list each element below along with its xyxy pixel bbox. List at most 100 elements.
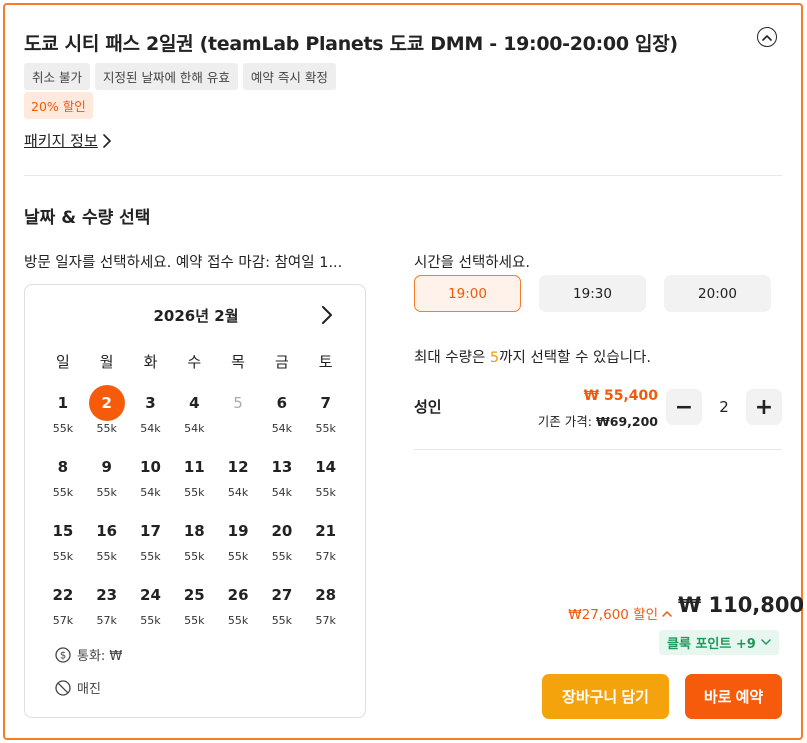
calendar-day[interactable]: 25 55k bbox=[172, 577, 216, 641]
soldout-legend: 매진 bbox=[55, 678, 101, 697]
tag-list: 취소 불가 지정된 날짜에 한해 유효 예약 즉시 확정 bbox=[24, 63, 336, 90]
discount-summary[interactable]: ₩27,600 할인 bbox=[540, 603, 672, 623]
calendar-day-price: 55k bbox=[96, 486, 117, 499]
calendar-day[interactable]: 4 54k bbox=[172, 385, 216, 449]
calendar-day[interactable]: 17 55k bbox=[129, 513, 173, 577]
calendar-day[interactable]: 12 54k bbox=[216, 449, 260, 513]
calendar-day[interactable]: 9 55k bbox=[85, 449, 129, 513]
calendar-day[interactable]: 27 55k bbox=[260, 577, 304, 641]
chevron-right-icon bbox=[322, 306, 332, 324]
calendar-day-number: 20 bbox=[271, 522, 293, 540]
weekday-label: 월 bbox=[99, 353, 114, 371]
calendar-day-number: 4 bbox=[189, 394, 200, 412]
visit-date-prompt: 방문 일자를 선택하세요. 예약 접수 마감: 참여일 1... bbox=[24, 255, 343, 271]
adult-label: 성인 bbox=[414, 398, 442, 416]
package-info-link[interactable]: 패키지 정보 bbox=[24, 130, 112, 151]
calendar-day[interactable]: 20 55k bbox=[260, 513, 304, 577]
calendar-day[interactable]: 11 55k bbox=[172, 449, 216, 513]
calendar-day-price: 55k bbox=[315, 422, 336, 435]
chevron-up-icon bbox=[662, 610, 672, 617]
calendar-day[interactable]: 24 55k bbox=[129, 577, 173, 641]
calendar-day-number: 5 bbox=[233, 394, 243, 412]
calendar-day-price: 57k bbox=[96, 614, 117, 627]
calendar-day-number: 18 bbox=[183, 522, 205, 540]
time-slot-2000[interactable]: 20:00 bbox=[664, 275, 771, 312]
calendar-day-price: 55k bbox=[184, 550, 205, 563]
collapse-button[interactable] bbox=[757, 27, 777, 47]
quantity-increase-button[interactable]: + bbox=[746, 389, 782, 425]
calendar-day[interactable]: 1 55k bbox=[41, 385, 85, 449]
discount-amount: ₩27,600 할인 bbox=[568, 607, 658, 623]
calendar-day[interactable]: 7 55k bbox=[304, 385, 348, 449]
tag-date-valid: 지정된 날짜에 한해 유효 bbox=[94, 63, 238, 90]
calendar-day-number: 15 bbox=[52, 522, 74, 540]
soldout-legend-text: 매진 bbox=[77, 682, 101, 697]
add-to-cart-button[interactable]: 장바구니 담기 bbox=[542, 674, 669, 719]
tag-non-refundable: 취소 불가 bbox=[24, 63, 90, 90]
original-price-label: 기존 가격: bbox=[537, 414, 596, 429]
calendar-day-price: 55k bbox=[184, 614, 205, 627]
calendar-day-number: 12 bbox=[227, 458, 249, 476]
next-month-button[interactable] bbox=[318, 305, 336, 325]
book-now-button[interactable]: 바로 예약 bbox=[685, 674, 782, 719]
calendar-day[interactable]: 15 55k bbox=[41, 513, 85, 577]
quantity-decrease-button[interactable]: − bbox=[666, 389, 702, 425]
calendar-day[interactable]: 22 57k bbox=[41, 577, 85, 641]
max-quantity-note: 최대 수량은 5까지 선택할 수 있습니다. bbox=[414, 346, 651, 367]
calendar-day-number: 10 bbox=[140, 458, 161, 476]
date-calendar: 2026년 2월 일월화수목금토 1 55k 2 55k 3 54k 4 54k 5 6 54k 7 5… bbox=[24, 284, 366, 718]
calendar-day-number: 8 bbox=[57, 458, 69, 476]
calendar-day: 5 bbox=[216, 385, 260, 449]
time-slot-list: 19:00 19:30 20:00 bbox=[414, 275, 771, 312]
calendar-day[interactable]: 13 54k bbox=[260, 449, 304, 513]
currency-legend: $ 통화: ₩ bbox=[55, 645, 122, 664]
adult-price: ₩ 55,400 bbox=[583, 388, 658, 404]
chevron-up-icon bbox=[762, 34, 772, 41]
calendar-day-number: 25 bbox=[183, 586, 205, 604]
time-slot-1930[interactable]: 19:30 bbox=[539, 275, 646, 312]
calendar-day-number: 14 bbox=[315, 458, 337, 476]
calendar-day[interactable]: 16 55k bbox=[85, 513, 129, 577]
klook-points-badge[interactable]: 클룩 포인트 +9 bbox=[659, 630, 779, 655]
calendar-day-price: 54k bbox=[140, 422, 161, 435]
chevron-right-icon bbox=[102, 133, 111, 148]
calendar-day-price: 55k bbox=[96, 550, 117, 563]
calendar-day[interactable]: 26 55k bbox=[216, 577, 260, 641]
product-title: 도쿄 시티 패스 2일권 (teamLab Planets 도쿄 DMM - 1… bbox=[24, 33, 678, 55]
calendar-day[interactable]: 18 55k bbox=[172, 513, 216, 577]
calendar-day-price: 55k bbox=[96, 422, 117, 435]
package-info-label: 패키지 정보 bbox=[24, 132, 98, 150]
divider bbox=[24, 175, 782, 176]
calendar-day[interactable]: 28 57k bbox=[304, 577, 348, 641]
calendar-day[interactable]: 14 55k bbox=[304, 449, 348, 513]
calendar-day[interactable]: 21 57k bbox=[304, 513, 348, 577]
calendar-day-number: 26 bbox=[227, 586, 249, 604]
calendar-day-price: 55k bbox=[271, 550, 293, 563]
original-price-value: ₩69,200 bbox=[595, 414, 658, 429]
calendar-day-price: 57k bbox=[315, 614, 336, 627]
max-qty-prefix: 최대 수량은 bbox=[414, 350, 490, 366]
calendar-day-price: 55k bbox=[52, 486, 74, 499]
svg-text:$: $ bbox=[60, 650, 66, 661]
calendar-day[interactable]: 8 55k bbox=[41, 449, 85, 513]
calendar-day-number: 28 bbox=[315, 586, 337, 604]
calendar-day[interactable]: 19 55k bbox=[216, 513, 260, 577]
max-qty-suffix: 까지 선택할 수 있습니다. bbox=[499, 350, 651, 366]
time-slot-1900[interactable]: 19:00 bbox=[414, 275, 521, 312]
calendar-day-number: 27 bbox=[271, 586, 293, 604]
calendar-day-price: 54k bbox=[227, 486, 249, 499]
calendar-day[interactable]: 3 54k bbox=[129, 385, 173, 449]
calendar-day-price: 55k bbox=[52, 422, 74, 435]
weekday-label: 일 bbox=[55, 353, 70, 371]
calendar-day[interactable]: 10 54k bbox=[129, 449, 173, 513]
calendar-month-label: 2026년 2월 bbox=[153, 307, 239, 325]
calendar-day-price: 55k bbox=[227, 550, 249, 563]
calendar-day-number: 17 bbox=[140, 522, 161, 540]
calendar-day[interactable]: 2 55k bbox=[85, 385, 129, 449]
calendar-day[interactable]: 6 54k bbox=[260, 385, 304, 449]
currency-legend-text: 통화: ₩ bbox=[77, 649, 123, 664]
calendar-day[interactable]: 23 57k bbox=[85, 577, 129, 641]
calendar-days: 1 55k 2 55k 3 54k 4 54k 5 6 54k 7 55k 8 55k 9 55k 10 54k 11… bbox=[41, 385, 348, 641]
calendar-day-number: 1 bbox=[57, 394, 69, 412]
prohibited-icon bbox=[55, 679, 71, 696]
